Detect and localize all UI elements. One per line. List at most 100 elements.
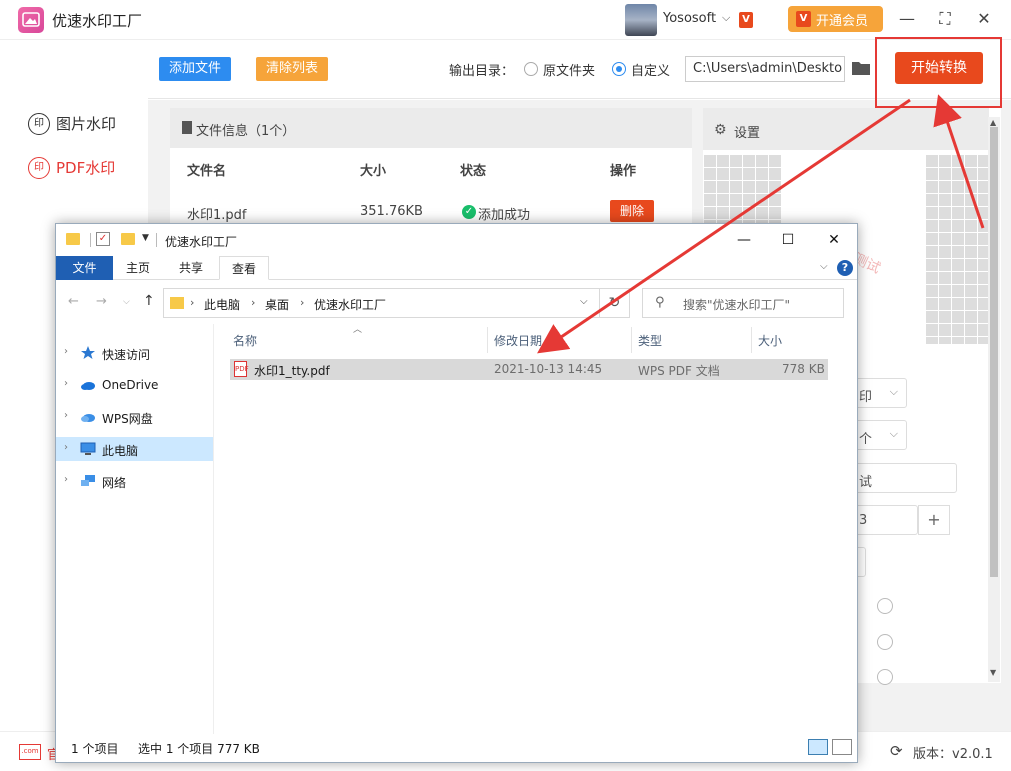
avatar[interactable] [625, 4, 657, 36]
file-info-panel: 文件信息（1个） 文件名 大小 状态 操作 水印1.pdf 351.76KB ✓… [170, 108, 692, 238]
scroll-down-icon[interactable]: ▼ [990, 668, 996, 677]
column-header-name: 文件名 [187, 164, 227, 179]
explorer-title: 优速水印工厂 [165, 235, 238, 249]
file-modified: 2021-10-13 14:45 [494, 362, 603, 376]
breadcrumb-separator-icon[interactable]: › [190, 296, 194, 309]
folder-icon [66, 233, 80, 245]
increment-button[interactable]: + [918, 505, 950, 535]
refresh-icon[interactable]: ↻ [600, 288, 630, 318]
chevron-right-icon[interactable]: › [64, 442, 68, 453]
option-radio-3[interactable] [877, 669, 893, 685]
file-info-header: 文件信息（1个） [170, 108, 692, 148]
file-type: WPS PDF 文档 [638, 364, 720, 378]
column-divider[interactable] [631, 327, 632, 353]
chevron-right-icon[interactable]: › [64, 378, 68, 389]
vip-badge-icon: V [739, 12, 753, 28]
sidebar-item-pdf-watermark[interactable]: 印 PDF水印 [26, 153, 146, 183]
breadcrumb-folder[interactable]: 优速水印工厂 [314, 296, 386, 313]
sidebar-item-image-watermark[interactable]: 印 图片水印 [26, 109, 146, 139]
status-bar: 1 个项目 选中 1 个项目 777 KB [56, 734, 857, 762]
chevron-right-icon[interactable]: › [64, 474, 68, 485]
stamp-icon: 印 [28, 113, 50, 135]
column-header-modified[interactable]: 修改日期 [494, 332, 542, 349]
help-icon[interactable]: ? [837, 260, 853, 276]
radio-original-folder[interactable] [524, 62, 538, 76]
tab-home[interactable]: 主页 [114, 256, 162, 280]
maximize-button[interactable]: ⛶ [934, 8, 956, 30]
close-button[interactable]: ✕ [973, 8, 995, 30]
radio-custom-folder[interactable] [612, 62, 626, 76]
breadcrumb-separator-icon[interactable]: › [300, 296, 304, 309]
scrollbar-thumb[interactable] [990, 127, 998, 577]
address-bar-row: ← → ⌵ ↑ › 此电脑 › 桌面 › 优速水印工厂 ⌵ ↻ ⚲ 搜索"优速水… [56, 281, 857, 323]
member-button[interactable]: V 开通会员 [788, 6, 883, 32]
chevron-right-icon[interactable]: › [64, 410, 68, 421]
output-path-input[interactable]: C:\Users\admin\Deskto [685, 56, 845, 82]
expand-ribbon-icon[interactable]: ⌵ [820, 261, 828, 272]
nav-item-label: OneDrive [102, 378, 159, 392]
chevron-right-icon[interactable]: › [64, 346, 68, 357]
settings-scrollbar[interactable] [988, 117, 1000, 682]
properties-icon[interactable]: ✓ [96, 232, 110, 246]
large-icons-view-icon[interactable] [832, 739, 852, 755]
scroll-up-icon[interactable]: ▲ [990, 118, 996, 127]
breadcrumb-desktop[interactable]: 桌面 [265, 296, 289, 313]
column-header-status: 状态 [460, 164, 487, 179]
username[interactable]: Yososoft [663, 11, 716, 26]
star-icon [80, 346, 96, 360]
back-arrow-icon[interactable]: ← [68, 294, 79, 309]
column-divider[interactable] [487, 327, 488, 353]
website-icon[interactable]: .com [19, 744, 41, 760]
delete-file-button[interactable]: 删除 [610, 200, 654, 222]
settings-header: ⚙ 设置 [703, 108, 989, 150]
column-header-name[interactable]: 名称 [233, 332, 257, 349]
ribbon-tabs: 文件 主页 共享 查看 ⌵ ? [56, 256, 857, 280]
option-radio-1[interactable] [877, 598, 893, 614]
radio-custom-label[interactable]: 自定义 [631, 60, 670, 79]
chevron-down-icon[interactable]: ▼ [142, 233, 149, 243]
nav-item-onedrive[interactable]: › OneDrive [56, 373, 213, 397]
close-button[interactable]: ✕ [822, 228, 846, 252]
file-row[interactable]: PDF 水印1_tty.pdf 2021-10-13 14:45 WPS PDF… [230, 359, 828, 380]
details-view-icon[interactable] [808, 739, 828, 755]
column-header-action: 操作 [610, 164, 637, 179]
address-bar[interactable]: › 此电脑 › 桌面 › 优速水印工厂 ⌵ [163, 288, 600, 318]
maximize-button[interactable]: ☐ [776, 228, 800, 252]
chevron-down-icon[interactable]: ⌵ [722, 11, 730, 25]
nav-item-quick-access[interactable]: › 快速访问 [56, 341, 213, 365]
chevron-down-icon[interactable]: ⌵ [580, 296, 588, 307]
cloud-icon [80, 410, 96, 424]
search-input[interactable]: ⚲ 搜索"优速水印工厂" [642, 288, 844, 318]
breadcrumb-this-pc[interactable]: 此电脑 [204, 296, 240, 313]
clear-list-button[interactable]: 清除列表 [256, 57, 328, 81]
minimize-button[interactable]: — [732, 228, 756, 252]
tab-file[interactable]: 文件 [56, 256, 113, 280]
tab-view[interactable]: 查看 [219, 256, 270, 280]
nav-item-this-pc[interactable]: › 此电脑 [56, 437, 213, 461]
column-divider[interactable] [751, 327, 752, 353]
breadcrumb-separator-icon[interactable]: › [251, 296, 255, 309]
cloud-icon [80, 378, 96, 392]
explorer-titlebar: ✓ ▼ 优速水印工厂 — ☐ ✕ [56, 224, 857, 256]
radio-original-label[interactable]: 原文件夹 [543, 60, 595, 79]
tab-share[interactable]: 共享 [167, 256, 215, 280]
sidebar-item-label: PDF水印 [56, 159, 116, 177]
chevron-down-icon: ⌵ [889, 385, 898, 398]
nav-item-wps-drive[interactable]: › WPS网盘 [56, 405, 213, 429]
sort-ascending-icon: ︿ [353, 325, 363, 335]
option-radio-2[interactable] [877, 634, 893, 650]
annotation-highlight-box [875, 37, 1002, 108]
column-header-size[interactable]: 大小 [758, 332, 782, 349]
navigation-pane: › 快速访问 › OneDrive › WPS网盘 › 此电脑 › 网络 [56, 324, 214, 734]
recent-chevron-icon[interactable]: ⌵ [123, 297, 130, 307]
new-folder-icon[interactable] [121, 233, 135, 245]
forward-arrow-icon[interactable]: → [96, 294, 107, 309]
folder-icon[interactable] [851, 60, 871, 76]
minimize-button[interactable]: — [896, 8, 918, 30]
nav-item-network[interactable]: › 网络 [56, 469, 213, 493]
select-value: 印 [859, 390, 873, 405]
column-header-type[interactable]: 类型 [638, 332, 662, 349]
add-files-button[interactable]: 添加文件 [159, 57, 231, 81]
up-arrow-icon[interactable]: ↑ [143, 293, 155, 309]
app-titlebar: 优速水印工厂 Yososoft ⌵ V V 开通会员 — ⛶ ✕ [0, 0, 1011, 40]
